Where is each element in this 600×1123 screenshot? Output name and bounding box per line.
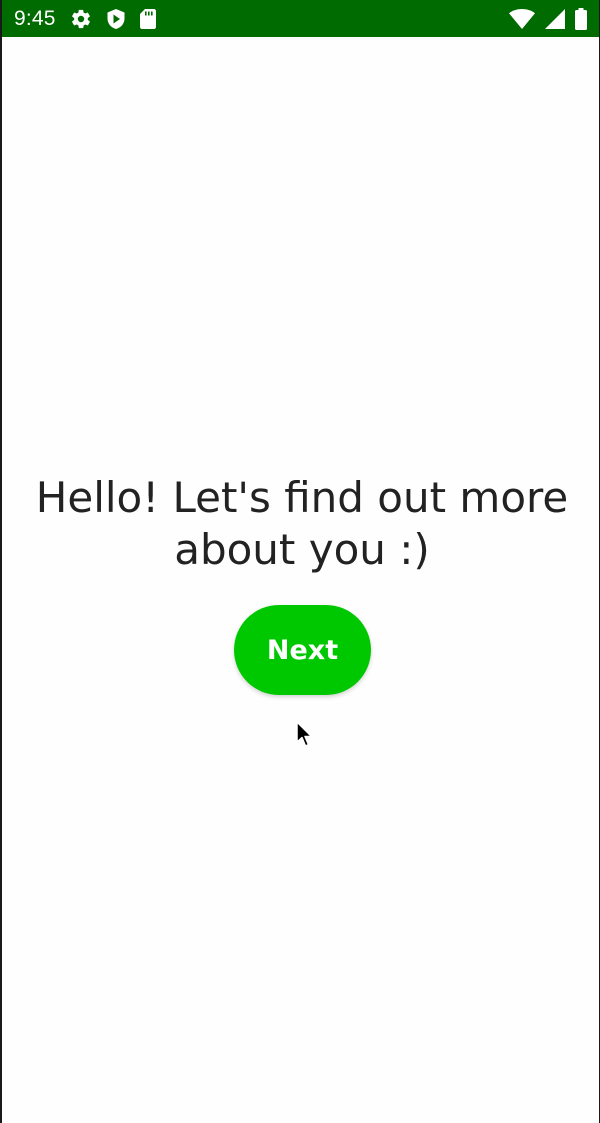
cell-signal-icon [545,8,565,29]
gear-icon [70,8,92,30]
sd-card-icon [139,8,156,29]
next-button[interactable]: Next [234,605,371,695]
app-screen: 9:45 Hello! Let's find out more about yo… [0,0,600,1123]
play-protect-icon [106,8,126,30]
wifi-icon [509,8,535,29]
clock: 9:45 [14,6,56,30]
battery-icon [575,7,587,30]
status-bar-left: 9:45 [14,0,156,37]
mouse-cursor-icon [296,721,314,754]
status-bar-right [509,0,587,37]
status-bar: 9:45 [2,0,599,37]
greeting-text: Hello! Let's find out more about you :) [35,473,569,574]
